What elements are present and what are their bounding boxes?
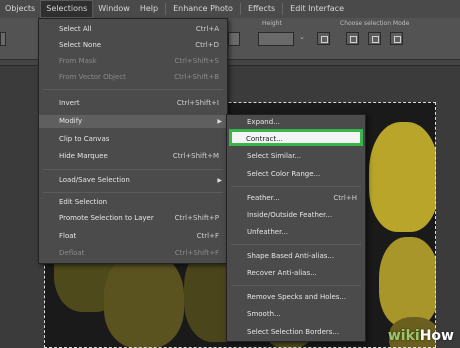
replace-mode-icon[interactable] [346,32,359,45]
submenu-item-inside-outside-feather[interactable]: Inside/Outside Feather... [227,209,365,222]
menu-item-load-save-selection[interactable]: Load/Save Selection ▶ [39,174,227,187]
menu-item-label: Select Similar... [247,152,302,160]
menu-item-label: Clip to Canvas [59,135,110,143]
menu-item-select-none[interactable]: Select None Ctrl+D [39,39,227,52]
app-window: Objects Selections Window Help Enhance P… [0,0,460,348]
menu-item-defloat: Defloat Ctrl+Shift+F [39,247,227,260]
submenu-item-remove-specks[interactable]: Remove Specks and Holes... [227,291,365,304]
menu-item-shortcut: Ctrl+Shift+F [174,249,219,257]
menu-divider [231,285,361,286]
menu-item-label: Select All [59,25,92,33]
menu-item-label: Unfeather... [247,228,289,236]
menu-item-label: Hide Marquee [59,152,108,160]
width-field[interactable] [228,32,240,46]
submenu-item-shape-anti-alias[interactable]: Shape Based Anti-alias... [227,250,365,263]
menu-item-label: Select None [59,41,102,49]
add-mode-icon[interactable] [368,32,381,45]
menubar: Objects Selections Window Help Enhance P… [0,0,460,18]
menu-item-label: Recover Anti-alias... [247,269,317,277]
menu-item-shortcut: Ctrl+Shift+I [176,99,219,107]
menu-item-label: Inside/Outside Feather... [247,211,333,219]
subtract-mode-icon[interactable] [390,32,403,45]
menu-item-shortcut: Ctrl+D [195,41,219,49]
menu-item-invert[interactable]: Invert Ctrl+Shift+I [39,97,227,110]
modify-submenu: Expand... Contract... Select Similar... … [226,114,366,342]
menu-item-promote-selection[interactable]: Promote Selection to Layer Ctrl+Shift+P [39,212,227,225]
selections-menu: Select All Ctrl+A Select None Ctrl+D Fro… [38,18,228,264]
menu-item-label: From Mask [59,57,97,65]
menu-item-float[interactable]: Float Ctrl+F [39,230,227,243]
menu-item-label: Expand... [247,118,280,126]
menu-item-from-mask: From Mask Ctrl+Shift+S [39,55,227,68]
menu-item-label: Select Color Range... [247,170,321,178]
menu-item-label: Edit Selection [59,198,108,206]
menu-item-label: Float [59,232,77,240]
chevron-down-icon[interactable]: ⌄ [299,33,305,41]
submenu-item-select-borders[interactable]: Select Selection Borders... [227,326,365,339]
selection-mode-label: Choose selection Mode [340,20,410,27]
menu-item-label: Promote Selection to Layer [59,214,154,222]
menu-item-modify[interactable]: Modify ▶ [39,115,227,128]
submenu-arrow-icon: ▶ [217,118,222,125]
menu-item-shortcut: Ctrl+A [195,25,219,33]
watermark-part1: wiki [387,328,420,344]
menu-item-edit-selection[interactable]: Edit Selection [39,196,227,209]
submenu-item-contract[interactable]: Contract... [229,129,363,146]
menu-item-label: From Vector Object [59,73,126,81]
menu-effects[interactable]: Effects [243,0,280,18]
menu-divider [231,244,361,245]
menu-item-shortcut: Ctrl+Shift+S [174,57,219,65]
toolbar-field-left[interactable] [0,32,6,46]
menu-item-label: Shape Based Anti-alias... [247,252,335,260]
watermark-part2: How [419,328,454,344]
menu-item-label: Smooth... [247,310,281,318]
submenu-item-expand[interactable]: Expand... [227,116,365,129]
menu-item-label: Invert [59,99,80,107]
menu-item-label: Load/Save Selection [59,176,130,184]
fit-icon[interactable] [317,32,330,45]
submenu-item-select-color-range[interactable]: Select Color Range... [227,168,365,181]
submenu-item-unfeather[interactable]: Unfeather... [227,226,365,239]
menu-item-label: Feather... [247,194,280,202]
menu-item-from-vector-object: From Vector Object Ctrl+Shift+B [39,71,227,84]
menu-item-label: Remove Specks and Holes... [247,293,347,301]
menu-selections[interactable]: Selections [40,0,94,18]
menu-item-label: Defloat [59,249,85,257]
menu-item-shortcut: Ctrl+F [196,232,219,240]
menu-divider [43,89,223,90]
menu-help[interactable]: Help [135,0,163,18]
menu-objects[interactable]: Objects [0,0,40,18]
submenu-item-feather[interactable]: Feather... Ctrl+H [227,192,365,205]
menu-item-select-all[interactable]: Select All Ctrl+A [39,23,227,36]
menubar-divider [282,3,284,15]
height-field[interactable] [258,32,294,46]
menu-item-shortcut: Ctrl+Shift+M [172,152,219,160]
submenu-item-select-similar[interactable]: Select Similar... [227,150,365,163]
menu-edit-interface[interactable]: Edit Interface [285,0,349,18]
menubar-divider [239,3,241,15]
menu-item-label: Select Selection Borders... [247,328,340,336]
menu-divider [43,169,223,170]
menu-item-clip-to-canvas[interactable]: Clip to Canvas [39,133,227,146]
wikihow-watermark: wikiHow [388,328,454,344]
height-label: Height [262,20,282,27]
menu-item-label: Modify [59,117,83,125]
menu-item-shortcut: Ctrl+H [333,194,357,202]
menu-item-shortcut: Ctrl+Shift+P [174,214,219,222]
menu-divider [231,186,361,187]
menu-divider [43,192,223,193]
submenu-item-recover-anti-alias[interactable]: Recover Anti-alias... [227,267,365,280]
menu-window[interactable]: Window [93,0,135,18]
menu-item-shortcut: Ctrl+Shift+B [174,73,219,81]
menu-item-label: Contract... [246,135,283,143]
menu-enhance-photo[interactable]: Enhance Photo [168,0,238,18]
menubar-divider [165,3,167,15]
submenu-arrow-icon: ▶ [217,177,222,184]
submenu-item-smooth[interactable]: Smooth... [227,308,365,321]
menu-item-hide-marquee[interactable]: Hide Marquee Ctrl+Shift+M [39,150,227,163]
